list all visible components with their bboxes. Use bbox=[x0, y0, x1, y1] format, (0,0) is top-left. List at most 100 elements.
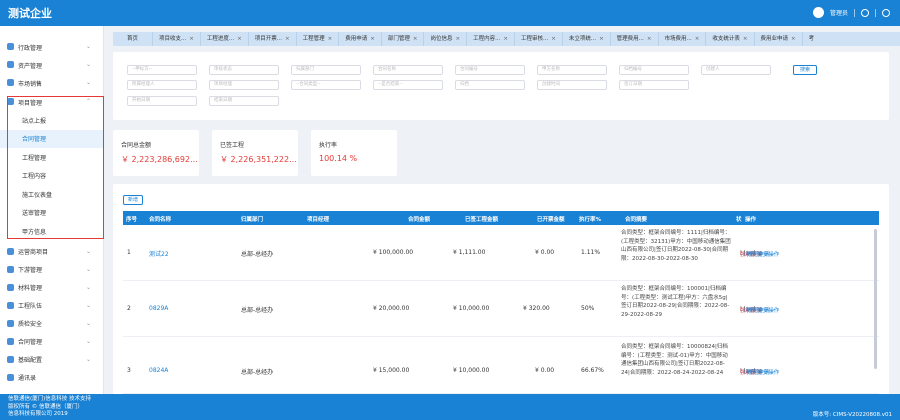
tab[interactable]: 考 bbox=[803, 32, 821, 46]
close-icon[interactable]: × bbox=[647, 36, 652, 42]
grid-icon bbox=[7, 98, 14, 105]
sidebar-item-config[interactable]: 基础配置 ⌄ bbox=[0, 351, 103, 369]
sidebar-sub-review[interactable]: 送审管理 bbox=[0, 204, 103, 223]
sidebar-item-team[interactable]: 工程队伍 ⌄ bbox=[0, 297, 103, 315]
sidebar-sub-dashboard[interactable]: 施工仪表盘 bbox=[0, 185, 103, 204]
sidebar-item-contacts[interactable]: 通讯录 bbox=[0, 369, 103, 387]
more-link[interactable]: 更多操作 bbox=[757, 306, 779, 314]
table-row: 2 0829A 总部-总经办 ¥ 20,000.00 ¥ 10,000.00 ¥… bbox=[123, 281, 879, 337]
avatar[interactable] bbox=[812, 7, 824, 18]
row-actions: 强制删除 | 详情 | 财务申请 ⌄ | 更多操作 ⌄ bbox=[740, 368, 780, 376]
stat-card-total: 合同总金额 ￥ 2,223,286,692... bbox=[113, 130, 199, 176]
close-icon[interactable]: × bbox=[189, 36, 194, 42]
row-actions: 强制删除 | 详情 | 财务申请 ⌄ | 更多操作 ⌄ bbox=[740, 250, 780, 258]
contract-link[interactable]: 0829A bbox=[149, 305, 168, 312]
tab[interactable]: 管理费用... × bbox=[611, 32, 659, 46]
sidebar-sub-client[interactable]: 甲方信息 bbox=[0, 222, 103, 241]
close-icon[interactable]: × bbox=[455, 36, 460, 42]
close-icon[interactable]: × bbox=[503, 36, 508, 42]
tab[interactable]: 部门管理 × bbox=[382, 32, 425, 46]
close-icon[interactable]: × bbox=[551, 36, 556, 42]
filter-type-select[interactable]: --合同类型-- bbox=[291, 80, 361, 90]
market-icon bbox=[7, 79, 14, 86]
filter-pm-input[interactable]: 项目经理 bbox=[209, 80, 279, 90]
sidebar-item-admin[interactable]: 行政管理 ⌄ bbox=[0, 38, 103, 56]
tab[interactable]: 工程内容... × bbox=[467, 32, 515, 46]
filter-contract-no-input[interactable]: 合同编号 bbox=[455, 65, 525, 75]
sidebar-sub-content[interactable]: 工程内容 bbox=[0, 167, 103, 186]
close-icon[interactable]: × bbox=[695, 36, 700, 42]
filter-end-date[interactable]: 结束日期 bbox=[209, 96, 279, 106]
more-link[interactable]: 更多操作 bbox=[757, 368, 779, 376]
filter-signed-date[interactable]: 签订日期 bbox=[619, 80, 689, 90]
chevron-up-icon: ⌃ bbox=[85, 98, 91, 105]
tab[interactable]: 工程进度... × bbox=[201, 32, 249, 46]
tab-bar: 首页 项目收支... × 工程进度... × 项目开票... × 工程管理 × 费用申请… bbox=[113, 32, 900, 46]
filter-manager-input[interactable]: 所属经理人 bbox=[127, 80, 197, 90]
chevron-down-icon: ⌄ bbox=[85, 301, 91, 309]
search-button[interactable]: 搜索 bbox=[793, 65, 817, 75]
close-icon[interactable]: × bbox=[370, 36, 375, 42]
sidebar-sub-project[interactable]: 工程管理 bbox=[0, 148, 103, 167]
operator-icon bbox=[7, 247, 14, 255]
tab[interactable]: 岗位信息 × bbox=[424, 32, 468, 46]
stat-card-rate: 执行率 100.14 % bbox=[311, 130, 397, 176]
tab[interactable]: 收支统计表 × bbox=[706, 32, 755, 46]
close-icon[interactable]: × bbox=[237, 36, 242, 42]
sidebar-item-contract[interactable]: 合同管理 ⌄ bbox=[0, 333, 103, 351]
filter-start-date[interactable]: 开始日期 bbox=[127, 96, 197, 106]
tab[interactable]: 市场费用... × bbox=[659, 32, 707, 46]
filter-created-date[interactable]: 创建时间 bbox=[537, 80, 607, 90]
scrollbar[interactable] bbox=[874, 229, 877, 369]
stat-card-signed: 已签工程 ￥ 2,226,351,222... bbox=[212, 130, 298, 176]
tab[interactable]: 未立项统... × bbox=[563, 32, 611, 46]
close-icon[interactable]: × bbox=[285, 36, 290, 42]
filter-dept-input[interactable]: 归属部门 bbox=[291, 65, 361, 75]
sidebar-item-material[interactable]: 材料管理 ⌄ bbox=[0, 279, 103, 297]
sidebar-item-operator[interactable]: 运营商项目 ⌄ bbox=[0, 243, 103, 261]
sidebar-sub-site-report[interactable]: 站点上报 bbox=[0, 111, 103, 130]
filter-archive-select[interactable]: 归档 bbox=[455, 80, 525, 90]
tab[interactable]: 项目收支... × bbox=[153, 32, 201, 46]
logout-icon[interactable] bbox=[882, 8, 890, 17]
help-icon[interactable] bbox=[861, 8, 869, 17]
filter-archive-input[interactable]: 归档编号 bbox=[619, 65, 689, 75]
filter-ended-select[interactable]: --是否结束-- bbox=[373, 80, 443, 90]
tab-home[interactable]: 首页 bbox=[113, 32, 154, 46]
close-icon[interactable]: × bbox=[791, 36, 796, 42]
app-logo: 测试企业 bbox=[8, 7, 52, 20]
sidebar: 行政管理 ⌄ 资产管理 ⌄ 市场销售 ⌄ 项目管理 ⌃ 站点上报 合同管理 工程管理 工… bbox=[0, 26, 104, 394]
sidebar-item-assets[interactable]: 资产管理 ⌄ bbox=[0, 56, 103, 74]
contract-link[interactable]: 0824A bbox=[149, 367, 168, 374]
chevron-down-icon: ⌄ bbox=[85, 79, 91, 86]
contract-link[interactable]: 测试22 bbox=[149, 249, 169, 258]
close-icon[interactable]: × bbox=[413, 36, 418, 42]
tab[interactable]: 费用申请 × bbox=[339, 32, 382, 46]
filter-contract-name-input[interactable]: 合同名称 bbox=[373, 65, 443, 75]
filter-status-select[interactable]: 审核状态 bbox=[209, 65, 279, 75]
add-button[interactable]: 新增 bbox=[123, 195, 143, 205]
close-icon[interactable]: × bbox=[328, 36, 333, 42]
sidebar-item-project[interactable]: 项目管理 ⌃ bbox=[0, 93, 103, 111]
sidebar-item-downstream[interactable]: 下游管理 ⌄ bbox=[0, 261, 103, 279]
sidebar-item-market[interactable]: 市场销售 ⌄ bbox=[0, 74, 103, 92]
filter-creator-input[interactable]: 创建人 bbox=[701, 65, 771, 75]
close-icon[interactable]: × bbox=[599, 36, 604, 42]
sidebar-item-quality[interactable]: 质检安全 ⌄ bbox=[0, 315, 103, 333]
sidebar-sub-contract[interactable]: 合同管理 bbox=[0, 129, 103, 148]
user-name[interactable]: 管理员 bbox=[830, 8, 848, 17]
contacts-icon bbox=[7, 373, 14, 381]
chevron-down-icon: ⌄ bbox=[85, 61, 91, 68]
more-link[interactable]: 更多操作 bbox=[757, 250, 779, 258]
divider bbox=[854, 8, 855, 17]
filter-bidder-select[interactable]: --甲标方-- bbox=[127, 65, 197, 75]
tab[interactable]: 费用业申请 × bbox=[755, 32, 803, 46]
contract-icon bbox=[7, 337, 14, 345]
chevron-down-icon: ⌄ bbox=[85, 355, 91, 363]
close-icon[interactable]: × bbox=[743, 36, 748, 42]
filter-party-a-input[interactable]: 甲方名称 bbox=[537, 65, 607, 75]
tab[interactable]: 工程管理 × bbox=[297, 32, 340, 46]
tab[interactable]: 工程审核... × bbox=[515, 32, 563, 46]
tab[interactable]: 项目开票... × bbox=[249, 32, 297, 46]
quality-icon bbox=[7, 319, 14, 327]
